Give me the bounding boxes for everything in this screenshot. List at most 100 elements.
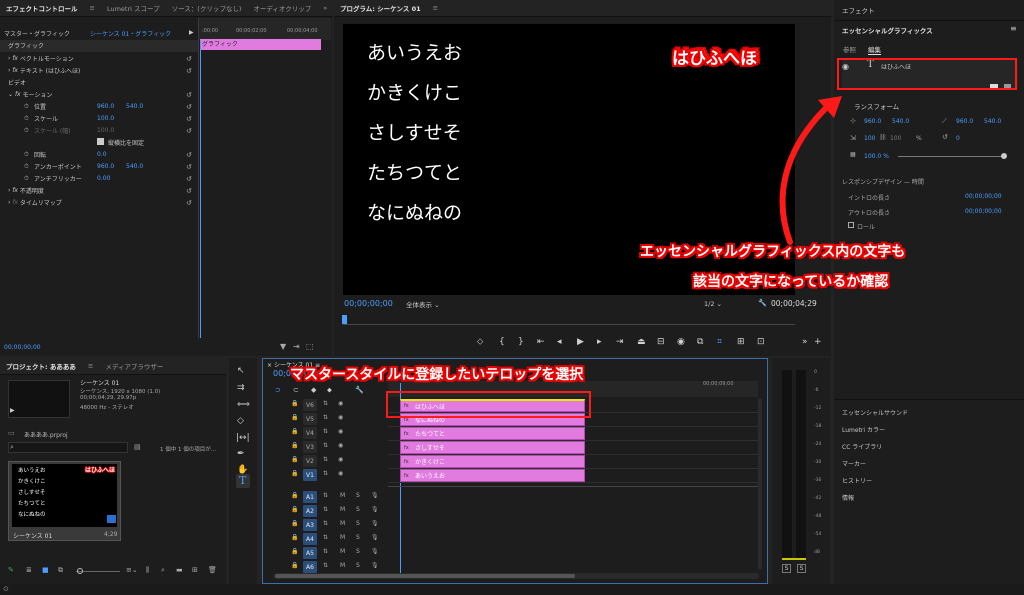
text-layer-row[interactable]: › fx テキスト (はひふへほ) [8,65,80,76]
camera-icon[interactable]: ◉ [677,337,685,347]
export-icon[interactable]: ⇥ [293,342,300,351]
eye-icon[interactable]: ◉ [338,414,343,421]
playhead-line[interactable] [200,40,201,338]
eye-icon[interactable]: ◉ [338,428,343,435]
sync-lock-icon[interactable]: ⇅ [323,562,328,569]
audio-track-button[interactable]: A5 [303,547,317,559]
solo-left-button[interactable]: S [782,564,791,573]
step-back-icon[interactable]: ◂ [557,337,562,347]
tab-project[interactable]: プロジェクト: ああああ [0,361,82,371]
mute-button[interactable]: M [340,506,345,513]
reset-icon[interactable]: ↺ [186,187,192,195]
reset-icon[interactable]: ↺ [186,103,192,111]
timeline-clip[interactable]: fx たちつてと [400,427,585,440]
stopwatch-icon[interactable]: ⏱ [24,115,29,123]
right-menu-item[interactable]: エッセンシャルサウンド [842,408,908,417]
new-item-icon[interactable]: ⊞ [192,566,198,574]
audio-track-button[interactable]: A6 [303,561,317,573]
motion-row[interactable]: ⌄ fx モーション [8,89,52,100]
mark-out-icon[interactable]: } [518,337,524,347]
solo-button[interactable]: S [356,492,360,499]
tab-edit[interactable]: 編集 [868,44,881,55]
lock-icon[interactable]: 🔒 [291,492,298,499]
audio-track-button[interactable]: A1 [303,491,317,503]
reset-icon[interactable]: ↺ [186,55,192,63]
reset-icon[interactable]: ↺ [186,91,192,99]
mic-icon[interactable]: 🎙 [371,548,379,555]
panel-menu-icon[interactable]: ≡ [84,4,101,12]
rotation-value[interactable]: 0 [956,135,960,142]
reset-icon[interactable]: ↺ [186,175,192,183]
outro-value[interactable]: 00;00;00;00 [965,208,1002,215]
reset-icon[interactable]: ↺ [186,115,192,123]
opacity-slider[interactable] [898,156,1004,157]
eye-icon[interactable]: ◉ [338,470,343,477]
lock-icon[interactable]: 🔒 [291,548,298,555]
mute-button[interactable]: M [340,520,345,527]
effect-timecode[interactable]: 00;00;00;00 [4,344,41,351]
solo-button[interactable]: S [356,520,360,527]
track-target-button[interactable]: V2 [303,455,317,467]
right-menu-item[interactable]: CC ライブラリ [842,442,882,451]
add-button-icon[interactable]: + [814,337,822,347]
lock-icon[interactable]: 🔒 [291,456,298,463]
automate-icon[interactable]: ⫼ [146,566,149,575]
overflow-icon[interactable]: » [317,4,333,12]
lock-icon[interactable]: 🔒 [291,562,298,569]
more-icon[interactable]: ⬚ [306,342,314,351]
opacity-row[interactable]: › fx 不透明度 [8,185,44,196]
anchor-x[interactable]: 960.0 [956,118,973,125]
intro-value[interactable]: 00;00;00;00 [965,193,1002,200]
eye-icon[interactable]: ◉ [338,456,343,463]
opacity-slider-handle[interactable] [1001,153,1007,159]
sequence-preview[interactable] [8,380,70,418]
reset-icon[interactable]: ↺ [186,127,192,135]
ripple-edit-icon[interactable]: ⟺ [237,400,250,410]
stopwatch-icon[interactable]: ⏱ [24,175,29,183]
sync-lock-icon[interactable]: ⇅ [323,470,328,477]
tab-media-browser[interactable]: メディアブラウザー [99,361,169,371]
find-icon[interactable]: ⌕ [161,566,165,575]
lock-aspect-checkbox[interactable] [97,138,104,145]
stopwatch-icon[interactable]: ⏱ [24,151,29,159]
reset-icon[interactable]: ↺ [186,163,192,171]
go-to-in-icon[interactable]: ⇤ [537,337,545,347]
play-button-icon[interactable]: ▶ [577,337,584,347]
snap-icon[interactable]: ⊃ [275,386,281,394]
list-view-icon[interactable]: ≣ [26,566,32,574]
timeline-scroll-thumb[interactable] [275,574,575,578]
quality-select[interactable]: 1/2 ⌄ [704,300,722,308]
lock-icon[interactable]: 🔒 [291,400,298,407]
lock-icon[interactable]: 🔒 [291,506,298,513]
sync-lock-icon[interactable]: ⇅ [323,414,328,421]
proxy-icon[interactable]: ⊡ [757,337,765,347]
tab-browse[interactable]: 参照 [843,44,856,54]
thumbnail-name[interactable]: シーケンス 01 [13,531,52,540]
panel-menu-icon[interactable]: ≡ [82,362,99,370]
panel-menu-icon[interactable]: ≡ [1010,24,1017,33]
solo-button[interactable]: S [356,562,360,569]
graphic-clip-bar[interactable]: グラフィック [200,39,321,50]
prop-value-2[interactable]: 540.0 [126,161,143,172]
track-target-button[interactable]: V6 [303,399,317,411]
selection-tool-icon[interactable]: ↖ [237,366,245,376]
pen-tool-icon[interactable]: ✒ [237,449,245,459]
eye-icon[interactable]: ◉ [338,442,343,449]
fit-select[interactable]: 全体表示 ⌄ [406,299,440,309]
collapse-icon[interactable]: ⌄ [8,91,15,98]
scale-value[interactable]: 100 [864,135,875,142]
go-to-out-icon[interactable]: ⇥ [616,337,624,347]
lock-icon[interactable]: 🔒 [291,470,298,477]
vr-icon[interactable]: ⊞ [737,337,745,347]
audio-track-button[interactable]: A3 [303,519,317,531]
reset-icon[interactable]: ↺ [186,151,192,159]
sync-lock-icon[interactable]: ⇅ [323,506,328,513]
razor-tool-icon[interactable]: ◇ [237,416,244,426]
type-tool-icon[interactable]: T [239,474,246,487]
right-menu-item[interactable]: マーカー [842,459,866,468]
filter-icon[interactable]: ▼ [280,342,286,351]
stopwatch-icon[interactable]: ⏱ [24,103,29,111]
add-marker-icon[interactable]: ◆ [311,386,316,394]
audio-track-button[interactable]: A4 [303,533,317,545]
vector-motion-row[interactable]: › fx ベクトルモーション [8,53,74,64]
